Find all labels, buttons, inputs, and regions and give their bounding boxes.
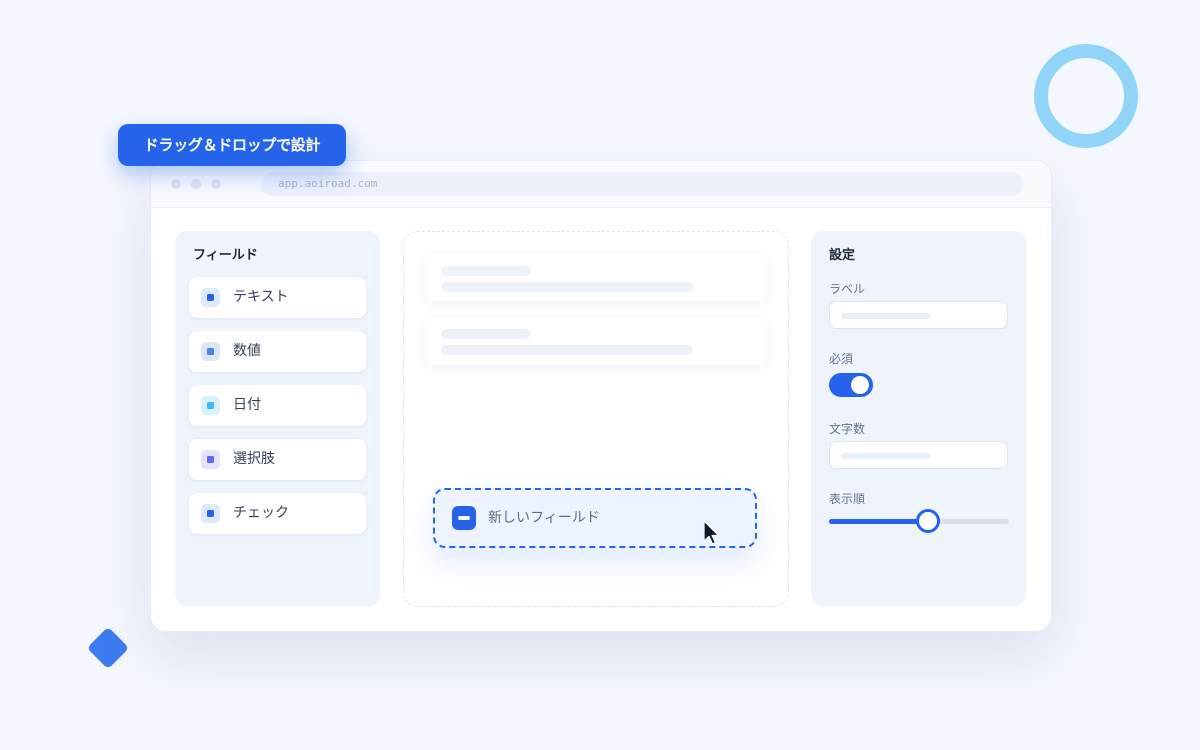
number-field-icon bbox=[201, 342, 220, 361]
feature-badge: ドラッグ＆ドロップで設計 bbox=[118, 124, 346, 166]
app-window: app.aoiroad.com フィールド テキスト 数値 日付 選択肢 チェッ… bbox=[150, 160, 1052, 632]
dragged-field-label: 新しいフィールド bbox=[488, 510, 600, 526]
toggle-knob bbox=[851, 376, 869, 394]
settings-title: 設定 bbox=[829, 248, 856, 263]
required-setting-label: 必須 bbox=[829, 352, 854, 366]
input-placeholder-bar bbox=[841, 313, 931, 319]
form-field-card[interactable] bbox=[425, 317, 767, 365]
settings-panel: 設定 ラベル 必須 文字数 表示順 bbox=[811, 231, 1026, 606]
skeleton-line bbox=[441, 282, 693, 292]
field-item-text[interactable]: テキスト bbox=[189, 277, 366, 318]
char-count-input[interactable] bbox=[829, 441, 1008, 469]
form-canvas[interactable]: 新しいフィールド bbox=[403, 231, 789, 607]
minus-icon bbox=[452, 506, 476, 530]
form-field-card[interactable] bbox=[425, 253, 767, 301]
choice-field-icon bbox=[201, 450, 220, 469]
field-item-choice[interactable]: 選択肢 bbox=[189, 439, 366, 480]
window-dot-minimize[interactable] bbox=[191, 179, 201, 189]
field-item-date[interactable]: 日付 bbox=[189, 385, 366, 426]
field-item-number[interactable]: 数値 bbox=[189, 331, 366, 372]
text-field-icon bbox=[201, 288, 220, 307]
field-item-check[interactable]: チェック bbox=[189, 493, 366, 534]
mouse-cursor-icon bbox=[703, 520, 720, 545]
field-item-label: 日付 bbox=[233, 397, 261, 413]
required-toggle[interactable] bbox=[829, 373, 873, 397]
field-item-label: チェック bbox=[233, 505, 289, 521]
field-palette: フィールド テキスト 数値 日付 選択肢 チェック bbox=[175, 231, 380, 606]
window-dot-close[interactable] bbox=[171, 179, 181, 189]
browser-titlebar: app.aoiroad.com bbox=[151, 161, 1051, 208]
skeleton-line bbox=[441, 329, 531, 339]
slider-fill bbox=[829, 519, 928, 524]
decorative-ring bbox=[1034, 44, 1138, 148]
decorative-diamond bbox=[86, 626, 130, 670]
input-placeholder-bar bbox=[841, 453, 931, 459]
date-field-icon bbox=[201, 396, 220, 415]
check-field-icon bbox=[201, 504, 220, 523]
field-item-label: 数値 bbox=[233, 343, 261, 359]
display-order-slider[interactable] bbox=[829, 509, 1009, 533]
field-item-label: テキスト bbox=[233, 289, 289, 305]
display-order-setting-label: 表示順 bbox=[829, 492, 866, 506]
slider-thumb[interactable] bbox=[916, 509, 940, 533]
skeleton-line bbox=[441, 266, 531, 276]
skeleton-line bbox=[441, 345, 693, 355]
dragged-new-field[interactable]: 新しいフィールド bbox=[433, 488, 757, 548]
field-item-label: 選択肢 bbox=[233, 451, 275, 467]
label-input[interactable] bbox=[829, 301, 1008, 329]
label-setting-label: ラベル bbox=[829, 282, 866, 296]
field-palette-title: フィールド bbox=[193, 248, 258, 263]
char-count-setting-label: 文字数 bbox=[829, 422, 866, 436]
address-bar[interactable]: app.aoiroad.com bbox=[261, 172, 1023, 196]
window-dot-maximize[interactable] bbox=[211, 179, 221, 189]
